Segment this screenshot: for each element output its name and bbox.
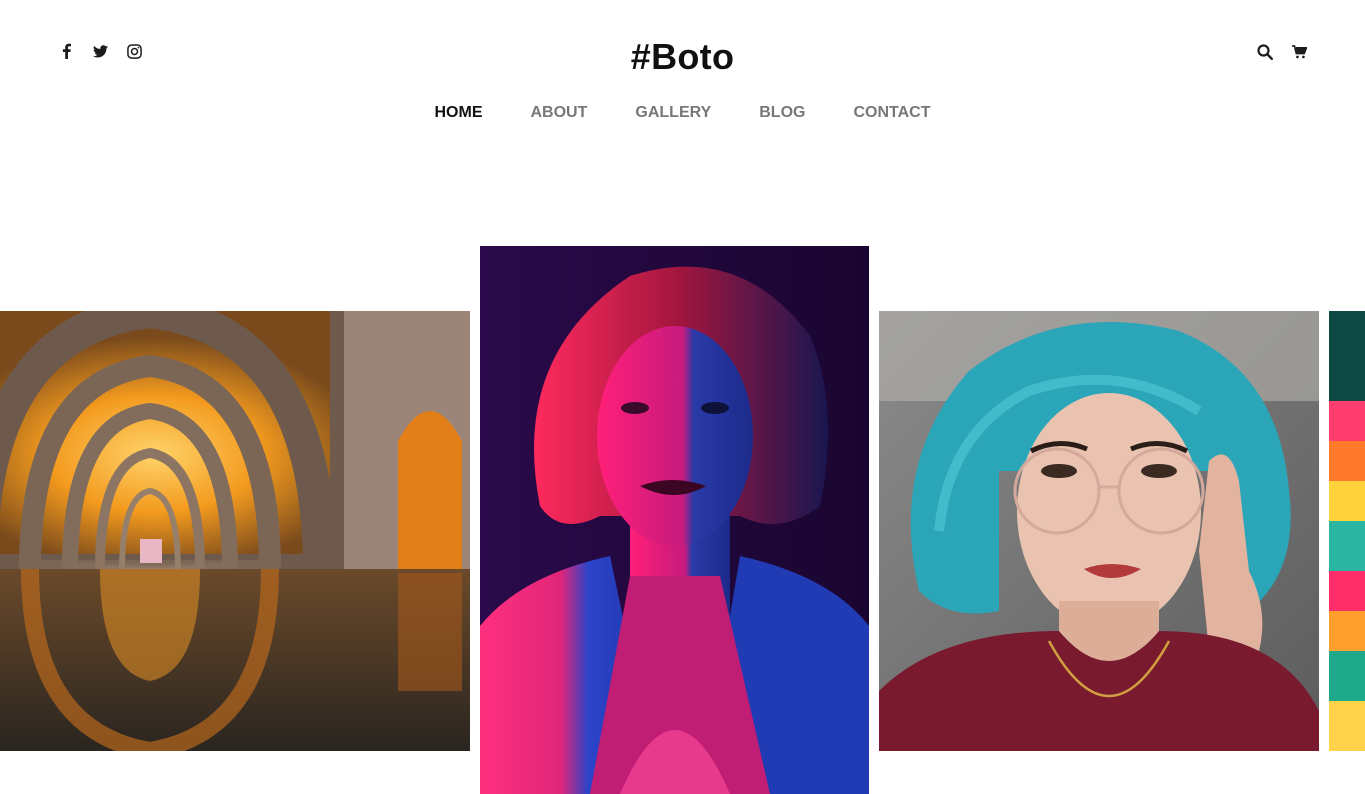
- cart-icon[interactable]: [1291, 44, 1307, 60]
- nav-item-contact[interactable]: CONTACT: [853, 104, 930, 122]
- nav-item-blog[interactable]: BLOG: [759, 104, 805, 122]
- slide-arched-corridor[interactable]: [0, 311, 470, 751]
- nav-item-gallery[interactable]: GALLERY: [635, 104, 711, 122]
- site-logo[interactable]: #Boto: [0, 36, 1365, 78]
- nav-item-home[interactable]: HOME: [432, 104, 485, 122]
- slide-neon-portrait[interactable]: [480, 246, 869, 794]
- slide-colorful-abstract[interactable]: [1329, 311, 1365, 751]
- site-header: #Boto HOME ABOUT GALLERY BLOG CONTACT: [0, 0, 1365, 160]
- header-tools: [1257, 44, 1307, 60]
- slide-blue-hair-portrait[interactable]: [879, 311, 1319, 751]
- nav-item-about[interactable]: ABOUT: [531, 104, 588, 122]
- search-icon[interactable]: [1257, 44, 1273, 60]
- main-nav: HOME ABOUT GALLERY BLOG CONTACT: [0, 104, 1365, 122]
